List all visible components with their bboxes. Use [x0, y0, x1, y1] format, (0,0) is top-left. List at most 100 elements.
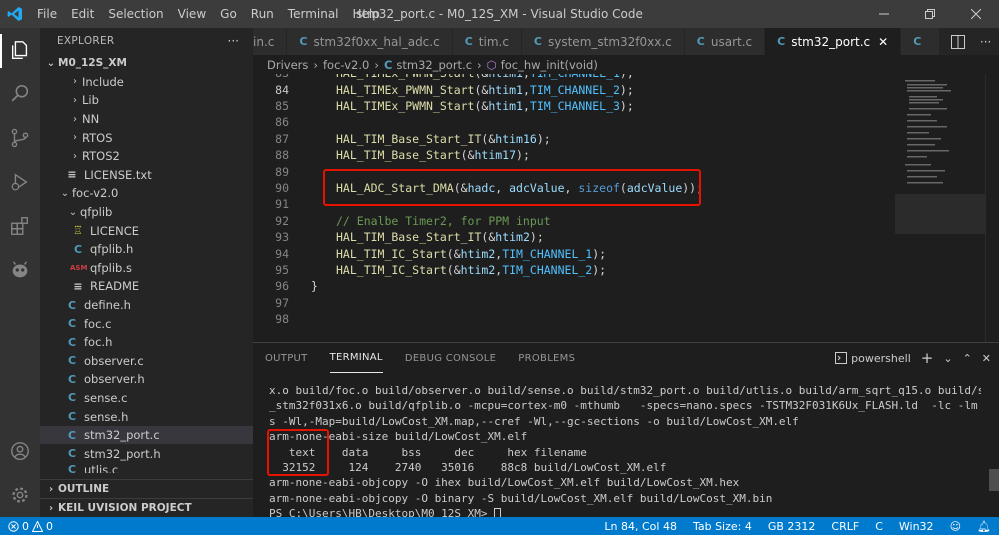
manage-button[interactable]	[0, 473, 40, 517]
alien-icon	[12, 261, 28, 278]
more-actions-button[interactable]: ···	[228, 34, 239, 48]
tab-size[interactable]: Tab Size: 4	[685, 520, 760, 533]
tab[interactable]: Ctim.c	[452, 28, 522, 55]
tab-terminal[interactable]: TERMINAL	[329, 343, 383, 373]
tab[interactable]: C	[901, 28, 941, 55]
breadcrumb-item[interactable]: foc-v2.0	[323, 58, 369, 72]
tree-file[interactable]: Csense.c	[40, 389, 253, 408]
breadcrumb-item[interactable]: Drivers	[267, 58, 308, 72]
tree-file[interactable]: ≡ README	[40, 277, 253, 296]
more-actions-icon[interactable]: ···	[980, 35, 991, 49]
tab-active[interactable]: Cstm32_port.c ✕	[765, 28, 902, 55]
editor-scrollbar[interactable]	[985, 74, 999, 342]
tree-folder[interactable]: › Include	[40, 73, 253, 92]
code-comment: // Enalbe Timer2, for PPM input	[336, 213, 551, 228]
terminal-line: arm-none-eabi-objcopy -O binary -S build…	[269, 491, 773, 505]
menu-view[interactable]: View	[171, 0, 213, 28]
licence-file-icon: ♖	[73, 224, 83, 238]
code-editor[interactable]: 83HAL_TIMEx_PWMN_Start(&htim1,TIM_CHANNE…	[253, 74, 999, 342]
tree-file[interactable]: Cfoc.h	[40, 333, 253, 352]
c-file-icon: C	[777, 35, 786, 48]
platform[interactable]: Win32	[891, 520, 942, 533]
tree-file[interactable]: ASM qfplib.s	[40, 259, 253, 278]
c-file-icon: C	[533, 35, 542, 48]
terminal-line: s -Wl,-Map=build/LowCost_XM.map,--cref -…	[269, 414, 799, 428]
chevron-right-icon: ›	[73, 132, 77, 144]
menu-go[interactable]: Go	[213, 0, 244, 28]
terminal-scrollbar[interactable]	[989, 469, 999, 491]
extensions-button[interactable]	[0, 204, 40, 248]
keil-section[interactable]: › KEIL UVISION PROJECT	[40, 498, 253, 517]
explorer-sidebar: EXPLORER ··· ⌄ M0_12S_XM › Include › Lib ›…	[40, 28, 253, 517]
end-of-line[interactable]: CRLF	[823, 520, 867, 533]
terminal-shell-selector[interactable]: powershell	[835, 352, 911, 365]
language-mode[interactable]: C	[867, 520, 891, 533]
tree-folder[interactable]: › Lib	[40, 91, 253, 110]
minimize-button[interactable]	[861, 0, 907, 28]
platformio-button[interactable]	[0, 248, 40, 292]
close-tab-icon[interactable]: ✕	[878, 35, 888, 49]
code-line: 97	[275, 295, 289, 310]
menu-file[interactable]: File	[30, 0, 64, 28]
tree-file[interactable]: Cqfplib.h	[40, 240, 253, 259]
tree-file[interactable]: Cutlis.c	[40, 463, 253, 473]
tree-file[interactable]: Cdefine.h	[40, 296, 253, 315]
c-file-icon: C	[67, 372, 77, 386]
tab[interactable]: Cstm32f0xx_hal_adc.c	[287, 28, 453, 55]
code-line: 89	[275, 164, 289, 179]
terminal-output[interactable]: x.o build/foc.o build/observer.o build/s…	[269, 383, 981, 522]
tree-file[interactable]: Cobserver.c	[40, 352, 253, 371]
tree-file[interactable]: ♖ LICENCE	[40, 221, 253, 240]
minimize-icon	[879, 13, 889, 15]
breadcrumb-item[interactable]: foc_hw_init(void)	[501, 58, 598, 72]
chevron-down-icon[interactable]: ⌄	[943, 352, 952, 365]
tree-folder[interactable]: ⌄ qfplib	[40, 203, 253, 222]
chevron-right-icon: ›	[73, 113, 77, 125]
tree-file[interactable]: Csense.h	[40, 407, 253, 426]
close-panel-icon[interactable]: ✕	[982, 352, 991, 365]
feedback-icon[interactable]: ☺	[942, 520, 969, 533]
c-file-icon: C	[67, 298, 77, 312]
tab[interactable]: in.c	[253, 28, 288, 55]
tab[interactable]: Csystem_stm32f0xx.c	[521, 28, 685, 55]
tab-output[interactable]: OUTPUT	[265, 343, 308, 373]
explorer-button[interactable]	[0, 28, 40, 72]
tree-folder[interactable]: › RTOS2	[40, 147, 253, 166]
error-icon	[8, 520, 19, 532]
tree-folder[interactable]: › RTOS	[40, 128, 253, 147]
file-encoding[interactable]: GB 2312	[760, 520, 824, 533]
run-debug-button[interactable]	[0, 160, 40, 204]
minimap[interactable]	[895, 74, 985, 342]
menu-selection[interactable]: Selection	[101, 0, 170, 28]
tree-file[interactable]: ≡ LICENSE.txt	[40, 166, 253, 185]
menu-help[interactable]: Help	[346, 0, 387, 28]
tab[interactable]: Cusart.c	[684, 28, 766, 55]
source-control-button[interactable]	[0, 116, 40, 160]
close-window-button[interactable]	[953, 0, 999, 28]
tree-file-selected[interactable]: Cstm32_port.c	[40, 425, 253, 445]
workspace-root[interactable]: ⌄ M0_12S_XM	[40, 54, 253, 73]
outline-section[interactable]: › OUTLINE	[40, 479, 253, 498]
problems-indicator[interactable]: 0 0	[8, 520, 53, 533]
cursor-position[interactable]: Ln 84, Col 48	[596, 520, 685, 533]
c-file-icon: C	[696, 35, 705, 48]
tree-file[interactable]: Cobserver.h	[40, 370, 253, 389]
tab-problems[interactable]: PROBLEMS	[518, 343, 575, 373]
split-editor-icon[interactable]	[950, 34, 965, 49]
maximize-panel-icon[interactable]: ⌃	[963, 352, 972, 365]
breadcrumb-item[interactable]: stm32_port.c	[396, 58, 472, 72]
menu-edit[interactable]: Edit	[64, 0, 101, 28]
menu-run[interactable]: Run	[244, 0, 281, 28]
tab-debug-console[interactable]: DEBUG CONSOLE	[405, 343, 496, 373]
tree-file[interactable]: Cstm32_port.h	[40, 444, 253, 463]
c-file-icon: C	[67, 391, 77, 405]
tree-file[interactable]: Cfoc.c	[40, 314, 253, 333]
search-button[interactable]	[0, 72, 40, 116]
tree-folder[interactable]: › NN	[40, 110, 253, 129]
restore-button[interactable]	[907, 0, 953, 28]
notifications-icon[interactable]: 🔔︎	[969, 520, 999, 533]
accounts-button[interactable]	[0, 429, 40, 473]
new-terminal-icon[interactable]: +	[921, 349, 934, 367]
tree-folder[interactable]: ⌄ foc-v2.0	[40, 184, 253, 203]
menu-terminal[interactable]: Terminal	[281, 0, 346, 28]
